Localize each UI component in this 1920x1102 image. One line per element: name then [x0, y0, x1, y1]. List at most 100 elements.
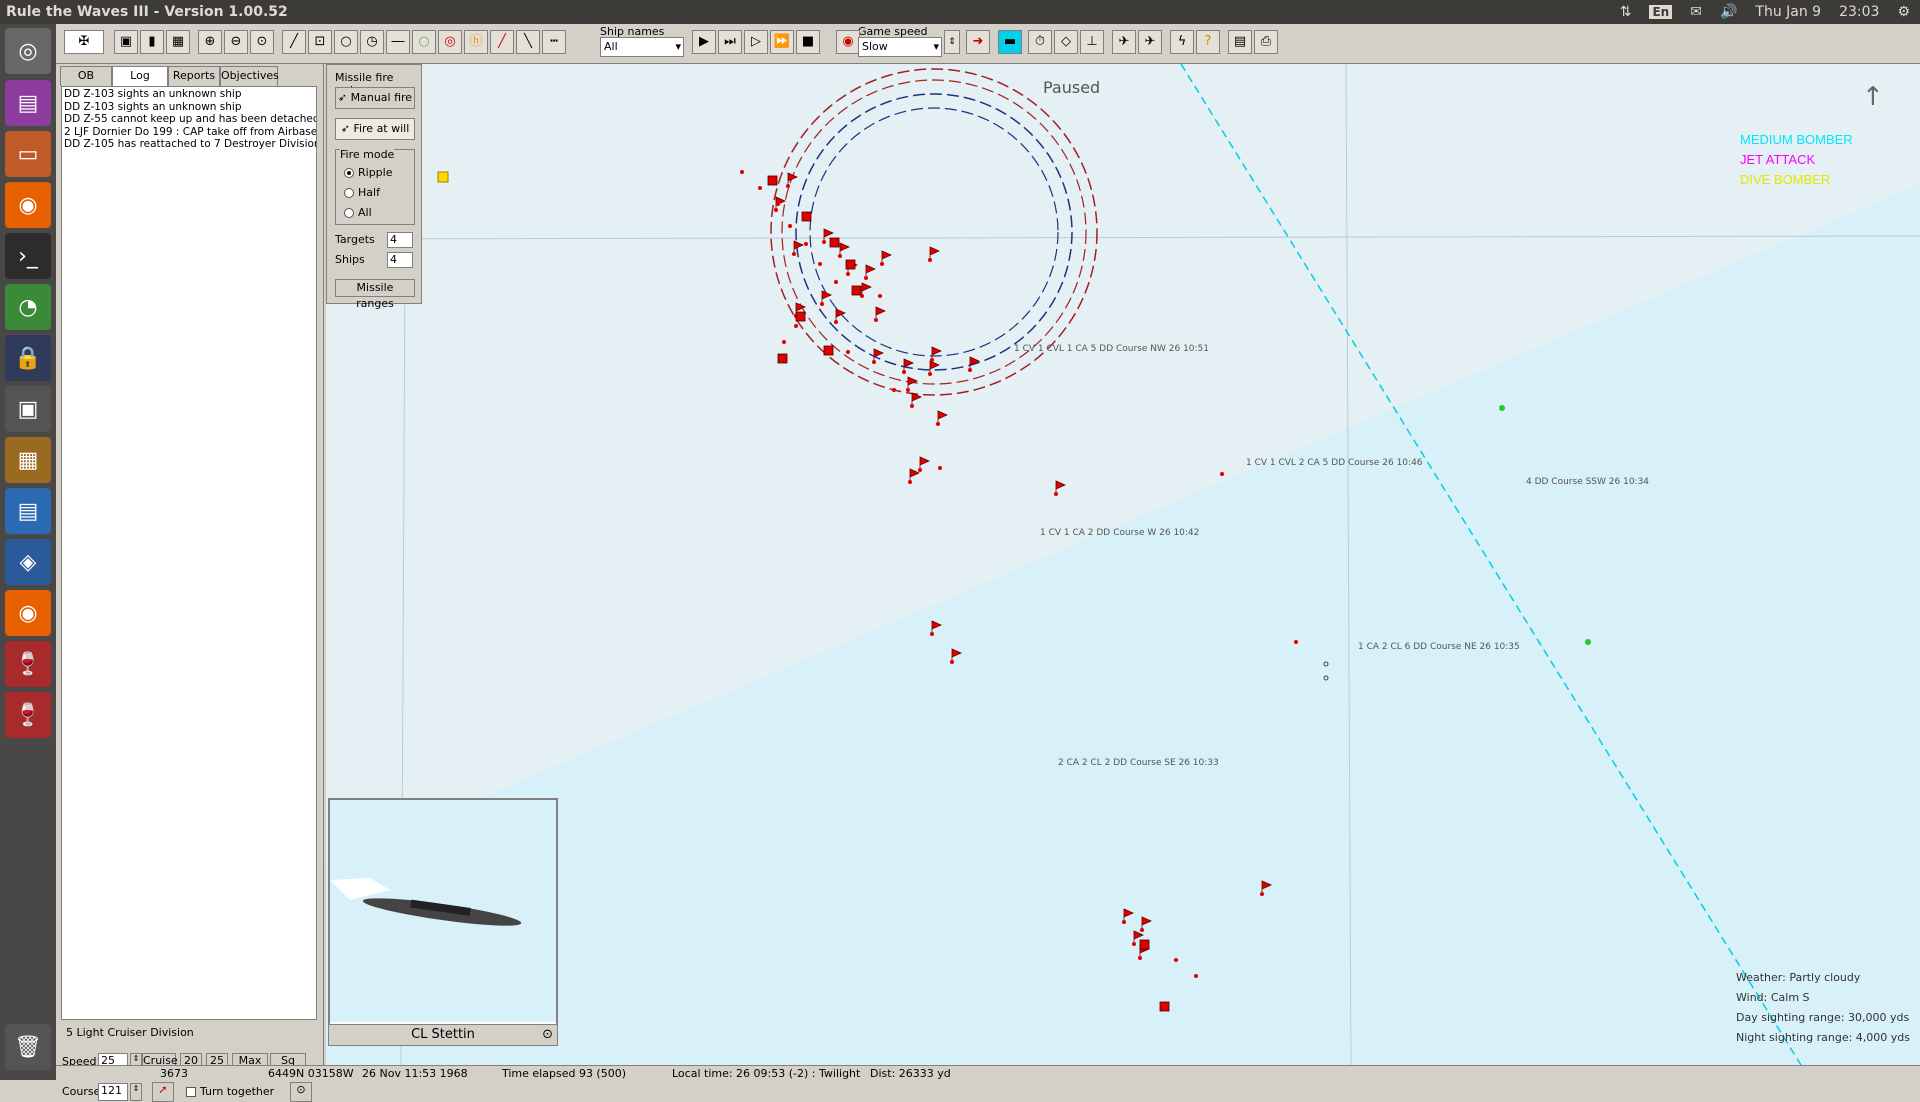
eraser-icon[interactable]: ◇: [1054, 30, 1078, 54]
course-spinner[interactable]: ⇕: [130, 1083, 142, 1101]
course-input[interactable]: 121: [98, 1083, 128, 1101]
contact-label[interactable]: 1 CA 2 CL 6 DD Course NE 26 10:35: [1358, 642, 1520, 652]
clock-icon[interactable]: ◷: [360, 30, 384, 54]
tab-objectives[interactable]: Objectives: [220, 66, 279, 86]
play-icon[interactable]: ▶: [692, 30, 716, 54]
turn-together-check[interactable]: [186, 1087, 196, 1097]
ship-flag-marker[interactable]: [931, 620, 942, 634]
ship-flag-marker[interactable]: [951, 648, 962, 662]
brush-icon[interactable]: ╱: [282, 30, 306, 54]
radio-ripple-dot[interactable]: [344, 168, 354, 178]
division-square-marker[interactable]: [823, 345, 834, 356]
fire-at-will-button[interactable]: ➶ Fire at will: [335, 118, 415, 140]
unknown-contact-dot[interactable]: [1323, 661, 1329, 667]
ship-flag-marker[interactable]: [1141, 916, 1152, 930]
stop-icon[interactable]: ■: [796, 30, 820, 54]
step-icon[interactable]: ⏭: [718, 30, 742, 54]
settings-gear-icon[interactable]: ⚙: [1897, 4, 1910, 20]
virtualbox-icon[interactable]: ◈: [5, 539, 51, 585]
firefox-icon[interactable]: ◉: [5, 182, 51, 228]
grid-icon[interactable]: ▦: [166, 30, 190, 54]
app-icon-archive[interactable]: ▭: [5, 131, 51, 177]
ship-names-select[interactable]: All: [600, 37, 684, 57]
radio-ripple[interactable]: Ripple: [344, 166, 393, 179]
tab-ob[interactable]: OB: [60, 66, 112, 86]
orange-circle-icon[interactable]: ⓗ: [464, 30, 488, 54]
plane-settings-icon[interactable]: ✈: [1138, 30, 1162, 54]
radio-half[interactable]: Half: [344, 186, 380, 199]
timer-icon[interactable]: ⏱: [1028, 30, 1052, 54]
forward-icon[interactable]: ▷: [744, 30, 768, 54]
zoom-out-icon[interactable]: ⊖: [224, 30, 248, 54]
manual-fire-button[interactable]: ➶ Manual fire: [335, 87, 415, 109]
pen-icon[interactable]: ╲: [516, 30, 540, 54]
contact-label[interactable]: 1 CV 1 CVL 2 CA 5 DD Course 26 10:46: [1246, 458, 1423, 468]
wine-icon-2[interactable]: 🍷: [5, 692, 51, 738]
line-icon[interactable]: ―: [386, 30, 410, 54]
turn-together-checkbox[interactable]: Turn together: [186, 1085, 274, 1098]
selected-ship-marker[interactable]: [437, 171, 449, 183]
friendly-contact-dot[interactable]: [1585, 639, 1591, 645]
contact-label[interactable]: 1 CV 1 CVL 1 CA 5 DD Course NW 26 10:51: [1014, 344, 1209, 354]
division-square-marker[interactable]: [777, 353, 788, 364]
radio-all-dot[interactable]: [344, 208, 354, 218]
contact-label[interactable]: 4 DD Course SSW 26 10:34: [1526, 477, 1649, 487]
contact-label[interactable]: 1 CV 1 CA 2 DD Course W 26 10:42: [1040, 528, 1199, 538]
division-square-marker[interactable]: [1159, 1001, 1170, 1012]
lock-icon[interactable]: 🔒: [5, 335, 51, 381]
tactical-map[interactable]: Paused ↑ MEDIUM BOMBER JET ATTACK DIVE B…: [326, 64, 1920, 1065]
plane-icon[interactable]: ✈: [1112, 30, 1136, 54]
fast-forward-icon[interactable]: ⏩: [770, 30, 794, 54]
division-square-marker[interactable]: [845, 259, 856, 270]
tab-log[interactable]: Log: [112, 66, 168, 86]
trash-icon[interactable]: 🗑: [5, 1024, 51, 1070]
writer-icon[interactable]: ▤: [5, 488, 51, 534]
friendly-contact-dot[interactable]: [1499, 405, 1505, 411]
division-square-marker[interactable]: [851, 285, 862, 296]
zoom-in-icon[interactable]: ⊕: [198, 30, 222, 54]
keyboard-layout-indicator[interactable]: En: [1649, 5, 1673, 19]
firefox-icon-2[interactable]: ◉: [5, 590, 51, 636]
unknown-contact-dot[interactable]: [1323, 675, 1329, 681]
save-icon[interactable]: ▣: [114, 30, 138, 54]
division-settings-icon[interactable]: ⊙: [290, 1082, 312, 1102]
division-square-marker[interactable]: [1139, 939, 1150, 950]
division-square-marker[interactable]: [767, 175, 778, 186]
report-icon[interactable]: ▤: [1228, 30, 1252, 54]
course-pointer-icon[interactable]: ➚: [152, 1082, 174, 1102]
ship-flag-marker[interactable]: [1123, 908, 1134, 922]
app-icon-chart[interactable]: ◔: [5, 284, 51, 330]
radio-all[interactable]: All: [344, 206, 372, 219]
zoom-fit-icon[interactable]: ⊙: [250, 30, 274, 54]
lightning-icon[interactable]: ϟ: [1170, 30, 1194, 54]
tab-reports[interactable]: Reports: [168, 66, 220, 86]
app-icon-files[interactable]: ▤: [5, 80, 51, 126]
volume-icon[interactable]: 🔊: [1720, 4, 1737, 20]
division-square-marker[interactable]: [795, 311, 806, 322]
network-icon[interactable]: ⇅: [1620, 4, 1632, 20]
print-icon[interactable]: ⎙: [1254, 30, 1278, 54]
help-icon[interactable]: ?: [1196, 30, 1220, 54]
event-log[interactable]: DD Z-103 sights an unknown ship DD Z-103…: [61, 86, 317, 1020]
system-time[interactable]: 23:03: [1839, 4, 1879, 20]
red-arrow-icon[interactable]: ➜: [966, 30, 990, 54]
ship-icon[interactable]: ⊥: [1080, 30, 1104, 54]
ship-flag-marker[interactable]: [1261, 880, 1272, 894]
contact-label[interactable]: 2 CA 2 CL 2 DD Course SE 26 10:33: [1058, 758, 1219, 768]
terminal-icon[interactable]: ›_: [5, 233, 51, 279]
division-square-marker[interactable]: [801, 211, 812, 222]
wine-icon[interactable]: 🍷: [5, 641, 51, 687]
lock-toolbar-icon[interactable]: ⊡: [308, 30, 332, 54]
division-square-marker[interactable]: [829, 237, 840, 248]
game-speed-select[interactable]: Slow: [858, 37, 942, 57]
dosbox-icon[interactable]: ▦: [5, 437, 51, 483]
system-date[interactable]: Thu Jan 9: [1755, 4, 1821, 20]
dashes-icon[interactable]: ┅: [542, 30, 566, 54]
green-circle-icon[interactable]: ○: [412, 30, 436, 54]
app-icon-window[interactable]: ▣: [5, 386, 51, 432]
missile-ranges-button[interactable]: Missile ranges: [335, 279, 415, 310]
ship-info-icon[interactable]: ⊙: [542, 1025, 553, 1045]
red-target-icon[interactable]: ◎: [438, 30, 462, 54]
mail-icon[interactable]: ✉: [1690, 4, 1702, 20]
speed-spinner-icon[interactable]: ⇕: [944, 30, 960, 54]
